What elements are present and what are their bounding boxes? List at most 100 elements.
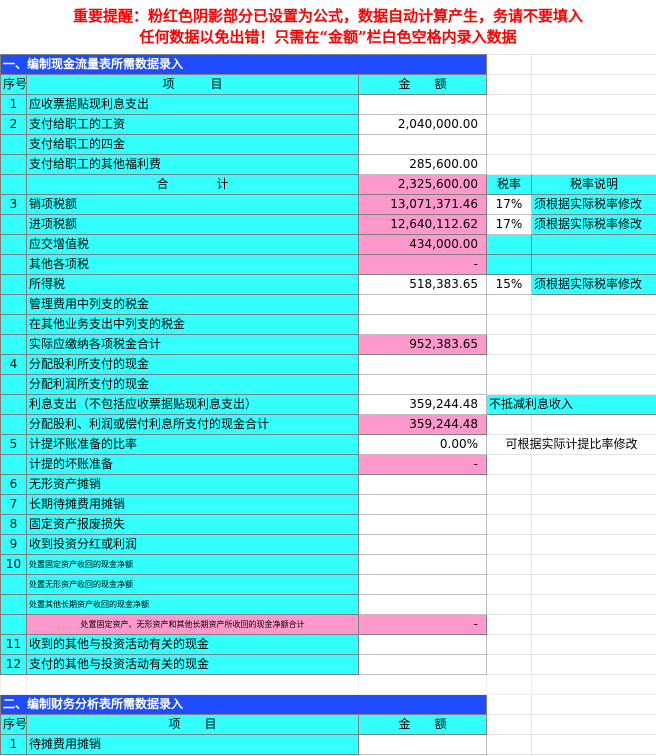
amount-cell[interactable] [358, 574, 487, 595]
row-item: 管理费用中列支的税金 [26, 294, 359, 315]
amount-cell[interactable]: 359,244.48 [358, 394, 487, 415]
row-item: 实际应缴纳各项税金合计 [26, 334, 359, 355]
amount-cell[interactable] [358, 734, 487, 755]
row-item: 支付给职工的工资 [26, 114, 359, 135]
row-seq [0, 294, 27, 315]
table-row: 4 分配股利所支付的现金 [0, 354, 656, 375]
tax-note: 须根据实际税率修改 [531, 214, 656, 235]
row-seq [0, 134, 27, 155]
row-item: 销项税额 [26, 194, 359, 215]
formula-amount-cell: - [358, 614, 487, 635]
row-item: 处置固定资产收回的现金净额 [26, 554, 359, 575]
table-row: 1 应收票据贴现利息支出 [0, 94, 656, 115]
amount-cell[interactable] [358, 654, 487, 675]
row-item: 支付给职工的其他福利费 [26, 154, 359, 175]
row-seq: 2 [0, 114, 27, 135]
amount-cell[interactable] [358, 534, 487, 555]
amount-cell[interactable] [358, 634, 487, 655]
row-seq [0, 314, 27, 335]
row-seq [0, 334, 27, 355]
row-item: 分配股利所支付的现金 [26, 354, 359, 375]
tax-note: 须根据实际税率修改 [531, 194, 656, 215]
row-item: 在其他业务支出中列支的税金 [26, 314, 359, 335]
table-row: 9 收到投资分红或利润 [0, 534, 656, 555]
row-seq: 5 [0, 434, 27, 455]
row-seq: 10 [0, 554, 27, 575]
table-row: 处置固定资产、无形资产和其他长期资产所收回的现金净额合计 - [0, 614, 656, 635]
item-header: 项 目 [26, 74, 359, 95]
row-item: 应收票据贴现利息支出 [26, 94, 359, 115]
tax-rate-cell[interactable]: 17% [486, 214, 532, 235]
table-row: 11 收到的其他与投资活动有关的现金 [0, 634, 656, 655]
amount-cell[interactable]: 285,600.00 [358, 154, 487, 175]
row-seq: 8 [0, 514, 27, 535]
amount-cell[interactable] [358, 374, 487, 395]
table-row: 3 销项税额 13,071,371.46 17% 须根据实际税率修改 [0, 194, 656, 215]
table-row: 5 计提坏账准备的比率 0.00% 可根据实际计提比率修改 [0, 434, 656, 455]
amount-cell[interactable] [358, 134, 487, 155]
amount-cell[interactable] [358, 594, 487, 615]
seq-header: 序号 [0, 714, 27, 735]
row-item: 待摊费用摊销 [26, 734, 359, 755]
table-row: 2 支付给职工的工资 2,040,000.00 [0, 114, 656, 135]
row-item: 支付的其他与投资活动有关的现金 [26, 654, 359, 675]
row-item: 分配利润所支付的现金 [26, 374, 359, 395]
row-item: 应交增值税 [26, 234, 359, 255]
notice-line-1: 重要提醒：粉红色阴影部分已设置为公式，数据自动计算产生，务请不要填入 [72, 7, 583, 25]
row-item: 收到投资分红或利润 [26, 534, 359, 555]
amount-header: 金 额 [358, 714, 487, 735]
table-row: 合 计 2,325,600.00 税率 税率说明 [0, 174, 656, 195]
amount-cell[interactable] [358, 354, 487, 375]
amount-cell[interactable]: 2,040,000.00 [358, 114, 487, 135]
row-seq [0, 214, 27, 235]
table-row: 7 长期待摊费用摊销 [0, 494, 656, 515]
row-seq: 9 [0, 534, 27, 555]
important-notice: 重要提醒：粉红色阴影部分已设置为公式，数据自动计算产生，务请不要填入 任何数据以… [0, 0, 656, 54]
tax-rate-header: 税率 [486, 174, 532, 195]
formula-amount-cell: 434,000.00 [358, 234, 487, 255]
row-item: 所得税 [26, 274, 359, 295]
row-seq [0, 174, 27, 195]
row-item: 计提坏账准备的比率 [26, 434, 359, 455]
table-row: 利息支出（不包括应收票据贴现利息支出） 359,244.48 不抵减利息收入 [0, 394, 656, 415]
table-row: 其他各项税 - [0, 254, 656, 275]
tax-note-header: 税率说明 [531, 174, 656, 195]
tax-rate-cell[interactable]: 15% [486, 274, 532, 295]
row-seq: 11 [0, 634, 27, 655]
row-seq: 1 [0, 734, 27, 755]
amount-cell[interactable] [358, 494, 487, 515]
row-seq: 4 [0, 354, 27, 375]
table-row: 支付给职工的四金 [0, 134, 656, 155]
table-row: 支付给职工的其他福利费 285,600.00 [0, 154, 656, 175]
row-item: 其他各项税 [26, 254, 359, 275]
table-row: 6 无形资产摊销 [0, 474, 656, 495]
table-row: 进项税额 12,640,112.62 17% 须根据实际税率修改 [0, 214, 656, 235]
row-item: 分配股利、利润或偿付利息所支付的现金合计 [26, 414, 359, 435]
item-header: 项 目 [26, 714, 359, 735]
row-item: 处置其他长期资产收回的现金净额 [26, 594, 359, 615]
table-row: 在其他业务支出中列支的税金 [0, 314, 656, 335]
tax-note: 须根据实际税率修改 [531, 274, 656, 295]
amount-cell[interactable] [358, 514, 487, 535]
amount-cell[interactable] [358, 474, 487, 495]
row-item: 计提的坏账准备 [26, 454, 359, 475]
amount-cell[interactable] [358, 314, 487, 335]
amount-cell[interactable]: 518,383.65 [358, 274, 487, 295]
tax-rate-cell[interactable]: 17% [486, 194, 532, 215]
seq-header: 序号 [0, 74, 27, 95]
row-seq: 3 [0, 194, 27, 215]
table-row: 12 支付的其他与投资活动有关的现金 [0, 654, 656, 675]
row-seq [0, 274, 27, 295]
bad-debt-rate-cell[interactable]: 0.00% [358, 434, 487, 455]
row-seq: 12 [0, 654, 27, 675]
amount-cell[interactable] [358, 294, 487, 315]
table-row: 计提的坏账准备 - [0, 454, 656, 475]
amount-cell[interactable] [358, 94, 487, 115]
amount-cell[interactable] [358, 554, 487, 575]
row-seq: 6 [0, 474, 27, 495]
table-row: 应交增值税 434,000.00 [0, 234, 656, 255]
row-seq [0, 414, 27, 435]
row-seq [0, 234, 27, 255]
formula-amount-cell: 952,383.65 [358, 334, 487, 355]
row-seq [0, 154, 27, 175]
